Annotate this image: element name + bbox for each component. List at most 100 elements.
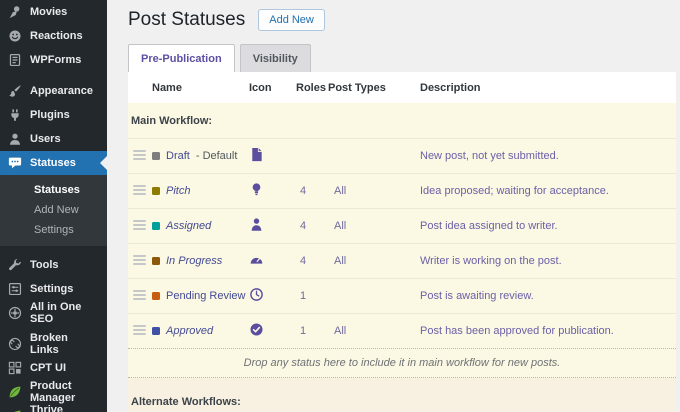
status-name-link[interactable]: In Progress <box>166 255 222 267</box>
pin-icon <box>8 5 22 19</box>
wrench-icon <box>8 258 22 272</box>
status-name-link[interactable]: Pending Review <box>166 290 246 302</box>
leaf-icon <box>8 385 22 399</box>
status-row: Approved 1 All Post has been approved fo… <box>128 313 676 348</box>
sidebar-item-reactions[interactable]: Reactions <box>0 24 107 48</box>
broken-link-icon <box>8 337 22 351</box>
post-types-value: All <box>334 255 347 267</box>
sidebar-item-statuses[interactable]: Statuses <box>0 151 107 175</box>
status-row: Pending Review 1 Post is awaiting review… <box>128 278 676 313</box>
status-color-bullet <box>152 152 160 160</box>
status-color-bullet <box>152 187 160 195</box>
person-icon <box>249 217 264 232</box>
status-row: Pitch 4 All Idea proposed; waiting for a… <box>128 173 676 208</box>
document-icon <box>249 147 264 162</box>
roles-count: 4 <box>300 220 307 232</box>
roles-count: 1 <box>300 290 307 302</box>
status-row: Draft - Default New post, not yet submit… <box>128 138 676 173</box>
sidebar-menu-top: Movies Reactions WPForms Appearance Plug… <box>0 0 107 175</box>
status-name-link[interactable]: Draft <box>166 150 190 162</box>
status-name-link[interactable]: Assigned <box>166 220 211 232</box>
roles-count: 4 <box>300 255 307 267</box>
sidebar-item-movies[interactable]: Movies <box>0 0 107 24</box>
grid-icon <box>8 361 22 375</box>
table-header-row: Name Icon Roles Post Types Description <box>128 72 676 103</box>
plugin-icon <box>8 108 22 122</box>
status-color-bullet <box>152 222 160 230</box>
workflow-drop-zone[interactable]: Drop any status here to include it in ma… <box>128 348 676 378</box>
status-description: Post is awaiting review. <box>420 290 534 302</box>
admin-sidebar: Movies Reactions WPForms Appearance Plug… <box>0 0 107 412</box>
column-header-icon: Icon <box>249 81 272 94</box>
drag-handle-icon[interactable] <box>133 148 146 162</box>
tab-visibility[interactable]: Visibility <box>239 44 311 72</box>
sidebar-item-settings[interactable]: Settings <box>0 277 107 301</box>
sidebar-item-all-in-one-seo[interactable]: All in One SEO <box>0 301 107 325</box>
drag-handle-icon[interactable] <box>133 323 146 337</box>
submenu-item-add-new[interactable]: Add New <box>0 200 107 220</box>
submenu-item-statuses[interactable]: Statuses <box>0 180 107 200</box>
column-header-name: Name <box>152 81 182 94</box>
sidebar-item-users[interactable]: Users <box>0 127 107 151</box>
status-color-bullet <box>152 292 160 300</box>
check-circle-icon <box>249 322 264 337</box>
app-window: Movies Reactions WPForms Appearance Plug… <box>0 0 680 412</box>
drag-handle-icon[interactable] <box>133 183 146 197</box>
tab-bar: Pre-Publication Visibility <box>128 44 676 72</box>
sidebar-item-product-manager[interactable]: Product Manager <box>0 380 107 404</box>
status-row: Assigned 4 All Post idea assigned to wri… <box>128 208 676 243</box>
status-name-link[interactable]: Pitch <box>166 185 190 197</box>
sidebar-menu-bottom: Tools Settings All in One SEO Broken Lin… <box>0 253 107 412</box>
status-description: Writer is working on the post. <box>420 255 562 267</box>
sidebar-item-cpt-ui[interactable]: CPT UI <box>0 356 107 380</box>
sidebar-item-wpforms[interactable]: WPForms <box>0 48 107 72</box>
status-description: Idea proposed; waiting for acceptance. <box>420 185 609 197</box>
post-types-value: All <box>334 185 347 197</box>
table-body: Main Workflow: Draft - Default New post,… <box>128 103 676 378</box>
users-icon <box>8 132 22 146</box>
add-new-button[interactable]: Add New <box>258 9 325 31</box>
sliders-icon <box>8 282 22 296</box>
sidebar-item-tools[interactable]: Tools <box>0 253 107 277</box>
column-header-description: Description <box>420 81 481 94</box>
sidebar-item-broken-links[interactable]: Broken Links <box>0 332 107 356</box>
status-rows: Draft - Default New post, not yet submit… <box>128 138 676 348</box>
status-description: Post has been approved for publication. <box>420 325 614 337</box>
status-row: In Progress 4 All Writer is working on t… <box>128 243 676 278</box>
status-default-suffix: - Default <box>195 150 238 162</box>
roles-count: 1 <box>300 325 307 337</box>
alternate-workflows-label: Alternate Workflows: <box>128 378 676 412</box>
tab-pre-publication[interactable]: Pre-Publication <box>128 44 235 72</box>
roles-count: 4 <box>300 185 307 197</box>
main-workflow-label: Main Workflow: <box>131 114 213 127</box>
statuses-submenu: Statuses Add New Settings <box>0 175 107 246</box>
page-title: Post Statuses <box>128 9 246 30</box>
post-types-value: All <box>334 220 347 232</box>
status-description: New post, not yet submitted. <box>420 150 559 162</box>
submenu-item-settings[interactable]: Settings <box>0 220 107 240</box>
status-color-bullet <box>152 257 160 265</box>
sidebar-item-appearance[interactable]: Appearance <box>0 79 107 103</box>
column-header-post-types: Post Types <box>328 81 386 94</box>
dashboard-icon <box>249 252 264 267</box>
main-content: Post Statuses Add New Pre-Publication Vi… <box>107 0 680 412</box>
drag-handle-icon[interactable] <box>133 218 146 232</box>
brush-icon <box>8 84 22 98</box>
column-header-roles: Roles <box>296 81 326 94</box>
page-header: Post Statuses Add New Pre-Publication Vi… <box>107 0 680 72</box>
form-icon <box>8 53 22 67</box>
sidebar-item-thrive-dashboard[interactable]: Thrive Dashboard <box>0 404 107 412</box>
chat-icon <box>8 156 22 170</box>
seo-gear-icon <box>8 306 22 320</box>
sidebar-item-plugins[interactable]: Plugins <box>0 103 107 127</box>
status-color-bullet <box>152 327 160 335</box>
smiley-icon <box>8 29 22 43</box>
drag-handle-icon[interactable] <box>133 253 146 267</box>
lightbulb-icon <box>249 182 264 197</box>
clock-icon <box>249 287 264 302</box>
drag-handle-icon[interactable] <box>133 288 146 302</box>
status-description: Post idea assigned to writer. <box>420 220 558 232</box>
status-name-link[interactable]: Approved <box>166 325 213 337</box>
post-types-value: All <box>334 325 347 337</box>
statuses-table: Name Icon Roles Post Types Description M… <box>128 72 676 412</box>
